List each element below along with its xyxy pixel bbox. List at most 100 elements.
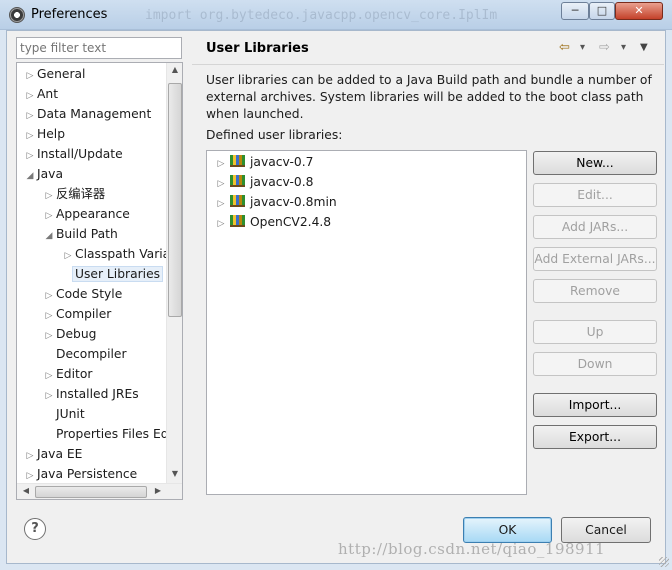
collapsed-arrow-icon[interactable]: ▷ — [23, 86, 37, 106]
collapsed-arrow-icon[interactable]: ▷ — [23, 466, 37, 483]
resize-grip-icon[interactable] — [659, 557, 669, 567]
tree-item-label: Java Persistence — [37, 467, 138, 481]
tree-item[interactable]: ▷ Help — [23, 124, 66, 146]
tree-item[interactable]: ▷Classpath Variables — [61, 244, 167, 264]
new-button[interactable]: New... — [533, 151, 657, 175]
tree-item-label: Decompiler — [56, 347, 127, 361]
tree-item[interactable]: ▷ Appearance — [42, 204, 130, 224]
import-button[interactable]: Import... — [533, 393, 657, 417]
tree-item[interactable]: ▷ General — [23, 64, 86, 86]
library-name: javacv-0.8 — [250, 175, 314, 189]
library-item[interactable]: ▷ javacv-0.8 — [215, 172, 313, 192]
tree-item[interactable]: ▷ Code Style — [42, 284, 123, 306]
tree-item-label: Properties Files Editor — [56, 427, 167, 441]
tree-item[interactable]: Decompiler — [42, 344, 127, 364]
tree-item[interactable]: ◢ Java — [23, 164, 63, 184]
library-name: OpenCV2.4.8 — [250, 215, 332, 229]
tree-item-label: User Libraries — [72, 266, 164, 282]
collapsed-arrow-icon[interactable]: ▷ — [215, 214, 227, 234]
scroll-up-icon[interactable]: ▲ — [168, 65, 182, 74]
collapsed-arrow-icon[interactable]: ▷ — [215, 194, 227, 214]
tree-item-label: Appearance — [56, 207, 130, 221]
collapsed-arrow-icon[interactable]: ▷ — [61, 246, 75, 266]
library-item[interactable]: ▷ javacv-0.7 — [215, 152, 313, 172]
collapsed-arrow-icon[interactable]: ▷ — [23, 66, 37, 86]
tree-item[interactable]: User Libraries — [61, 264, 164, 284]
close-button[interactable]: ✕ — [615, 2, 663, 20]
collapsed-arrow-icon[interactable]: ▷ — [42, 186, 56, 206]
scroll-right-icon[interactable]: ▶ — [151, 486, 165, 495]
tree-item-label: Compiler — [56, 307, 112, 321]
tree-item-label: Installed JREs — [56, 387, 139, 401]
collapsed-arrow-icon[interactable]: ▷ — [215, 154, 227, 174]
collapsed-arrow-icon[interactable]: ▷ — [23, 146, 37, 166]
tree-item[interactable]: ▷ Compiler — [42, 304, 112, 326]
expanded-arrow-icon[interactable]: ◢ — [23, 166, 37, 186]
scroll-down-icon[interactable]: ▼ — [168, 469, 182, 478]
tree-item[interactable]: ▷ Debug — [42, 324, 97, 346]
filter-input[interactable] — [16, 37, 182, 59]
watermark-text: http://blog.csdn.net/qiao_198911 — [338, 540, 606, 558]
export-button[interactable]: Export... — [533, 425, 657, 449]
tree-item-label: General — [37, 67, 86, 81]
tree-item[interactable]: JUnit — [42, 404, 85, 424]
collapsed-arrow-icon[interactable]: ▷ — [42, 386, 56, 406]
library-item[interactable]: ▷ javacv-0.8min — [215, 192, 337, 212]
collapsed-arrow-icon[interactable]: ▷ — [23, 106, 37, 126]
tree-item-label: Debug — [56, 327, 97, 341]
forward-arrow-icon[interactable]: ⇨ — [599, 40, 610, 55]
tree-item[interactable]: ▷ Install/Update — [23, 144, 123, 164]
tree-item[interactable]: ▷ 反编译器 — [42, 184, 106, 206]
tree-horizontal-scrollbar[interactable]: ◀ ▶ — [17, 483, 182, 499]
library-icon — [230, 155, 245, 167]
eclipse-app-icon — [9, 7, 25, 23]
tree-item[interactable]: ▷ Ant — [23, 84, 59, 106]
view-menu-icon[interactable]: ▼ — [640, 42, 648, 53]
tree-item-label: JUnit — [56, 407, 85, 421]
collapsed-arrow-icon[interactable]: ▷ — [42, 306, 56, 326]
tree-item[interactable]: ▷ Installed JREs — [42, 384, 139, 404]
library-icon — [230, 195, 245, 207]
down-button[interactable]: Down — [533, 352, 657, 376]
collapsed-arrow-icon[interactable]: ▷ — [23, 446, 37, 466]
collapsed-arrow-icon[interactable]: ▷ — [42, 326, 56, 346]
library-item[interactable]: ▷ OpenCV2.4.8 — [215, 212, 331, 232]
add-jars-button[interactable]: Add JARs... — [533, 215, 657, 239]
up-button[interactable]: Up — [533, 320, 657, 344]
tree-vertical-scrollbar[interactable]: ▲ ▼ — [166, 63, 182, 483]
tree-item[interactable]: ▷ Java EE — [23, 444, 83, 466]
tree-item[interactable]: ▷ Data Management — [23, 104, 152, 126]
library-icon — [230, 215, 245, 227]
back-arrow-icon[interactable]: ⇦ — [559, 40, 570, 55]
collapsed-arrow-icon[interactable]: ▷ — [42, 286, 56, 306]
tree-item[interactable]: ▷ Java Persistence — [23, 464, 138, 483]
collapsed-arrow-icon[interactable]: ▷ — [42, 366, 56, 386]
defined-libraries-label: Defined user libraries: — [206, 128, 343, 142]
help-icon[interactable]: ? — [24, 518, 46, 540]
add-external-jars-button[interactable]: Add External JARs... — [533, 247, 657, 271]
tree-item[interactable]: ▷ Editor — [42, 364, 93, 386]
library-name: javacv-0.7 — [250, 155, 314, 169]
tree-item[interactable]: ◢ Build Path — [42, 224, 118, 244]
collapsed-arrow-icon[interactable]: ▷ — [42, 206, 56, 226]
tree-vertical-scroll-thumb[interactable] — [168, 83, 182, 317]
remove-button[interactable]: Remove — [533, 279, 657, 303]
maximize-button[interactable]: □ — [589, 2, 615, 20]
tree-item-label: Java EE — [37, 447, 83, 461]
collapsed-arrow-icon[interactable]: ▷ — [23, 126, 37, 146]
forward-menu-icon[interactable]: ▾ — [621, 42, 626, 53]
minimize-button[interactable]: ─ — [561, 2, 589, 20]
collapsed-arrow-icon[interactable]: ▷ — [215, 174, 227, 194]
tree-item-label: Editor — [56, 367, 93, 381]
user-libraries-list[interactable]: ▷ javacv-0.7 ▷ javacv-0.8 ▷ javacv-0.8min ▷ Ope… — [206, 150, 527, 495]
header-divider — [192, 64, 664, 65]
tree-horizontal-scroll-thumb[interactable] — [35, 486, 147, 498]
back-menu-icon[interactable]: ▾ — [580, 42, 585, 53]
tree-item-label: Help — [37, 127, 66, 141]
tree-item-label: Code Style — [56, 287, 123, 301]
edit-button[interactable]: Edit... — [533, 183, 657, 207]
scroll-left-icon[interactable]: ◀ — [19, 486, 33, 495]
tree-item[interactable]: Properties Files Editor — [42, 424, 167, 444]
expanded-arrow-icon[interactable]: ◢ — [42, 226, 56, 246]
tree-item-label: Build Path — [56, 227, 118, 241]
